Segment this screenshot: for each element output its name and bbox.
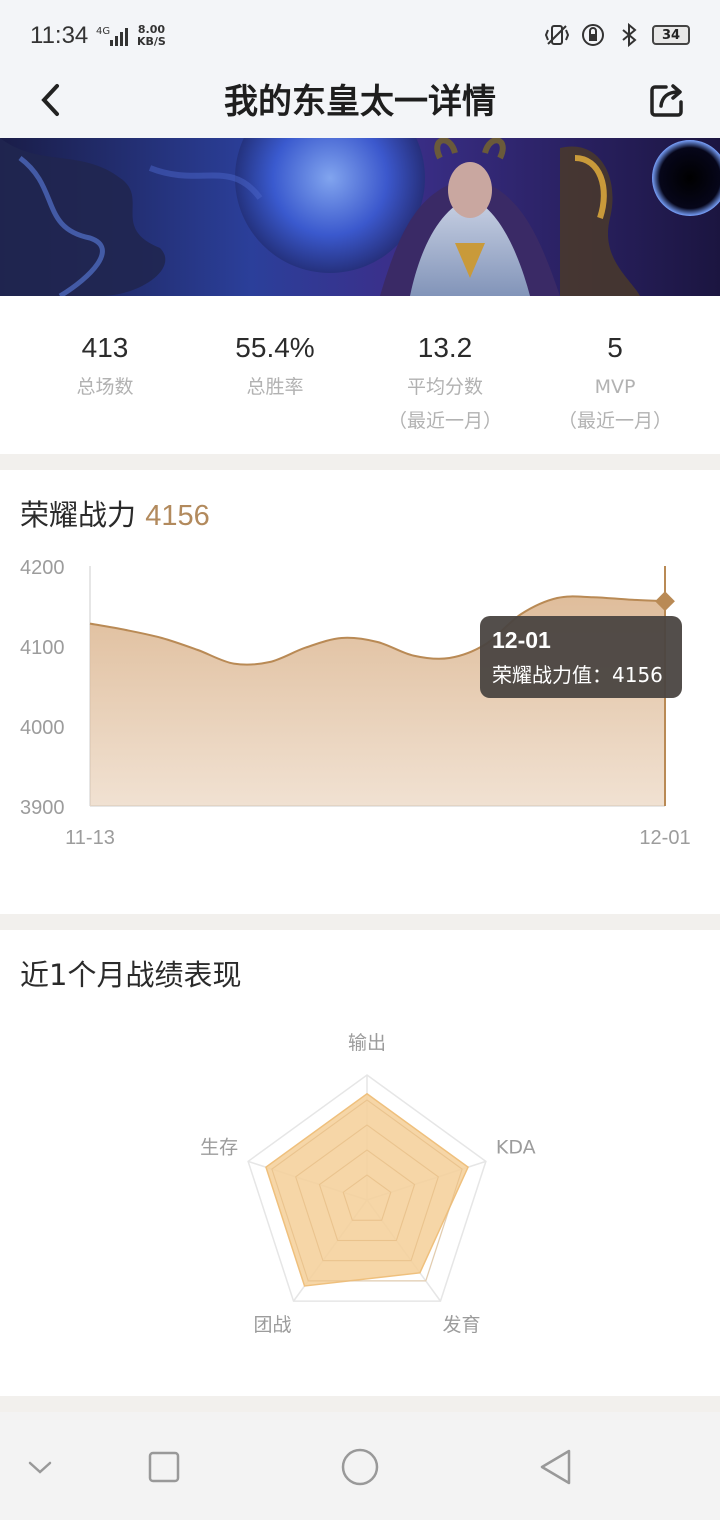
power-card: 4200 4100 4000 3900 11-13 12-01 12-01 荣耀战力值：415… [0, 470, 720, 914]
power-chart[interactable]: 4200 4100 4000 390011-13 12-01 12-01 荣耀战力值：415… [0, 470, 720, 914]
vibrate-icon [544, 25, 570, 45]
share-icon[interactable] [646, 78, 690, 122]
power-title-label: 荣耀战力 [20, 498, 137, 532]
stat-value: 5 [607, 332, 623, 363]
stat-win-rate: 55.4% 总胜率 [190, 296, 360, 454]
y-tick-label: 4100 [20, 637, 65, 659]
stat-label-main: 平均分数 [406, 376, 483, 398]
tooltip-value: 荣耀战力值：4156 [492, 663, 663, 687]
stat-label-main: MVP [594, 376, 636, 398]
stat-avg-score: 13.2 平均分数 （最近一月） [360, 296, 530, 454]
stat-value: 413 [81, 332, 129, 363]
signal-icon [110, 28, 128, 46]
y-tick-label: 4200 [20, 557, 65, 579]
radar-axis-label: KDA [496, 1136, 536, 1158]
system-nav-bar [0, 1412, 720, 1520]
x-tick-label: 11-13 [65, 827, 115, 849]
stat-mvp: 5 MVP （最近一月） [530, 296, 700, 454]
radar-value-area [265, 1092, 469, 1287]
stat-label-sub: （最近一月） [387, 410, 502, 432]
rotation-lock-icon [582, 24, 604, 46]
y-tick-label: 3900 [20, 797, 65, 819]
speed-unit: KB/S [137, 35, 166, 48]
stats-row: 413 总场数 55.4% 总胜率 13.2 平均分数 （最近一月） 5 MVP… [0, 296, 720, 454]
hero-banner [0, 138, 720, 296]
stat-label: 总胜率 [246, 376, 304, 398]
radar-axis-label: 生存 [200, 1136, 238, 1158]
stat-total-games: 413 总场数 [20, 296, 190, 454]
battery-indicator: 34 [652, 25, 690, 45]
page-title: 我的东皇太一详情 [224, 82, 496, 122]
bluetooth-icon [622, 22, 637, 48]
stat-label: MVP （最近一月） [530, 370, 700, 438]
radar-chart: 输出 KDA 发育 团战 生存 [200, 1032, 536, 1336]
stat-label-sub: （最近一月） [557, 410, 672, 432]
stat-label: 总场数 [76, 376, 134, 398]
chevron-down-icon[interactable] [15, 1442, 65, 1492]
radar-axis-label: 输出 [348, 1032, 386, 1054]
stat-label: 平均分数 （最近一月） [360, 370, 530, 438]
stat-value: 55.4% [235, 332, 315, 363]
hero-artwork [0, 138, 720, 296]
network-speed: 8.00 KB/S [137, 24, 166, 48]
performance-card: 近1个月战绩表现 输出 KDA 发育 团战 生存 [0, 930, 720, 1396]
circle-icon[interactable] [335, 1442, 385, 1492]
triangle-back-icon[interactable] [531, 1442, 581, 1492]
radar-axis-label: 发育 [442, 1314, 480, 1336]
square-icon[interactable] [139, 1442, 189, 1492]
x-tick-label: 12-01 [639, 827, 690, 849]
power-title: 荣耀战力 4156 [20, 492, 210, 534]
tooltip-date: 12-01 [492, 627, 551, 653]
radar-axis-label: 团战 [254, 1314, 292, 1336]
app-header: 我的东皇太一详情 [0, 70, 720, 138]
y-tick-label: 4000 [20, 717, 65, 739]
status-time: 11:34 [30, 22, 89, 49]
power-value: 4156 [145, 500, 210, 532]
stat-value: 13.2 [417, 332, 473, 363]
status-bar: 11:34 4G 8.00 KB/S 34 [0, 0, 720, 70]
